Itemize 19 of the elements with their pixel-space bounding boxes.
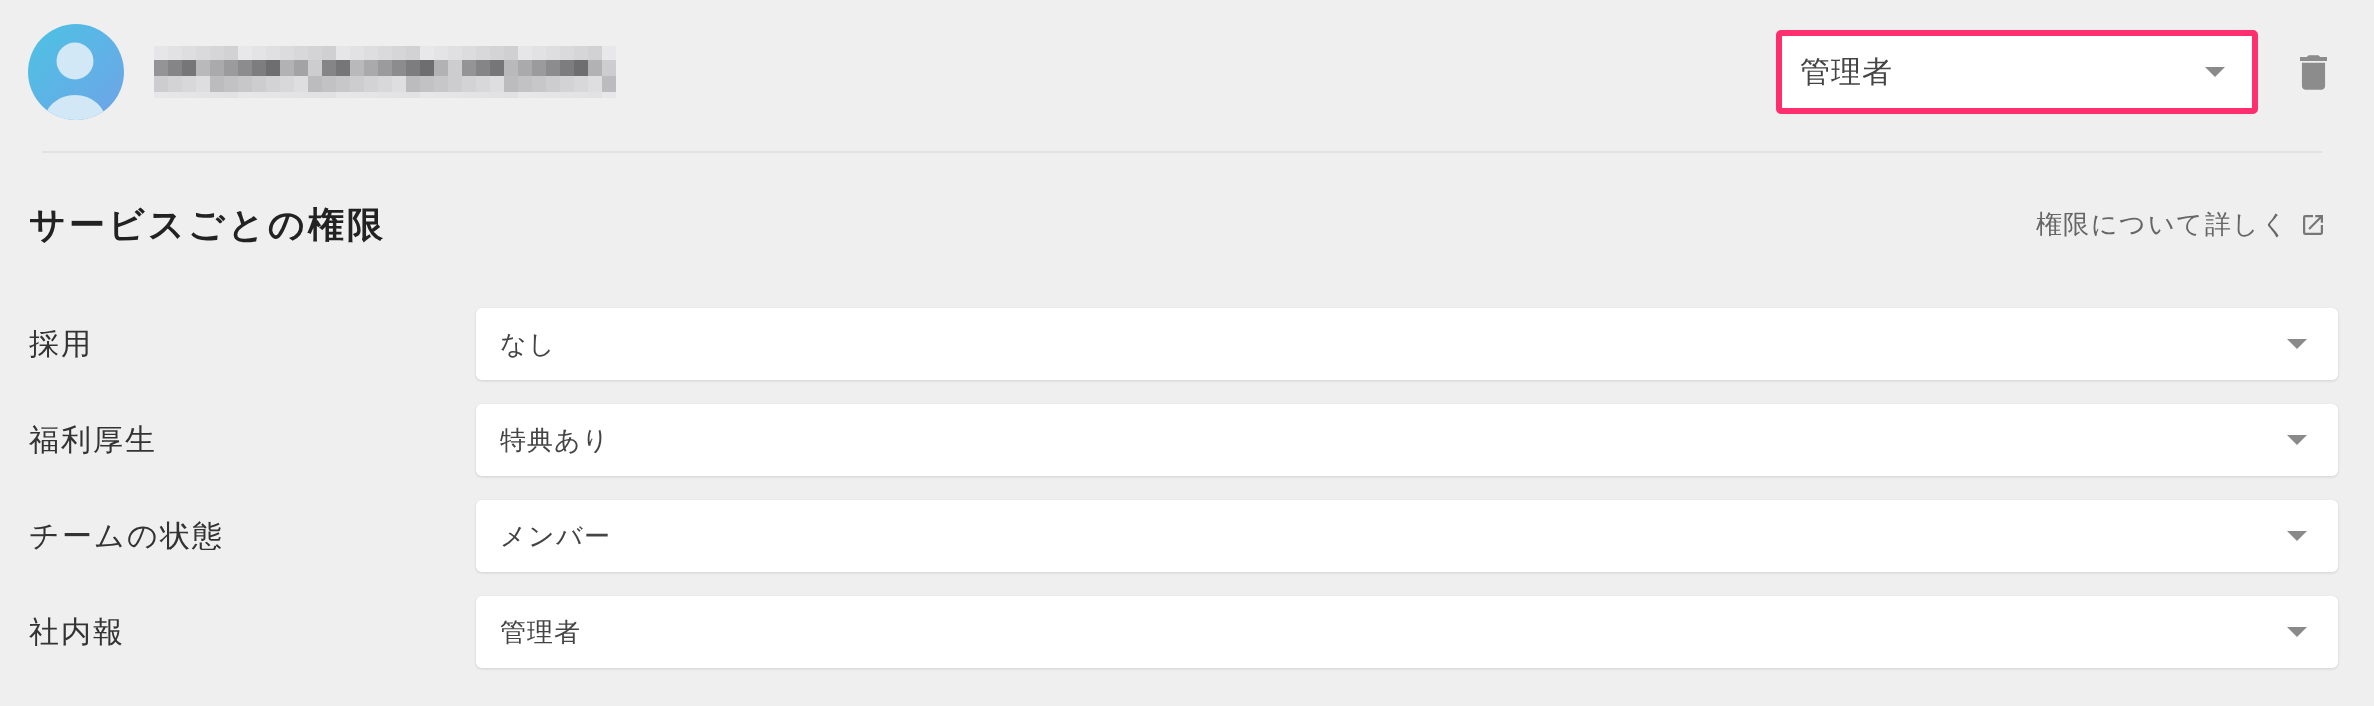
service-label: 福利厚生 (29, 420, 157, 459)
caret-icon (2287, 531, 2307, 541)
permission-select[interactable]: 特典あり (476, 404, 2338, 476)
permission-select[interactable]: メンバー (476, 500, 2338, 572)
section-title: サービスごとの権限 (29, 203, 386, 246)
service-label: 社内報 (29, 612, 125, 651)
permission-select[interactable]: 管理者 (476, 596, 2338, 668)
role-select[interactable]: 管理者 (1776, 30, 2258, 114)
service-label: チームの状態 (29, 516, 224, 555)
caret-icon (2205, 67, 2225, 77)
caret-icon (2287, 435, 2307, 445)
caret-icon (2287, 339, 2307, 349)
external-link-icon (2303, 214, 2323, 235)
caret-icon (2287, 627, 2307, 637)
permission-select[interactable]: なし (476, 308, 2338, 380)
service-label: 採用 (29, 324, 93, 363)
avatar-icon (28, 24, 124, 120)
help-link[interactable]: 権限について詳しく (2035, 207, 2323, 242)
trash-icon[interactable] (2300, 54, 2327, 90)
